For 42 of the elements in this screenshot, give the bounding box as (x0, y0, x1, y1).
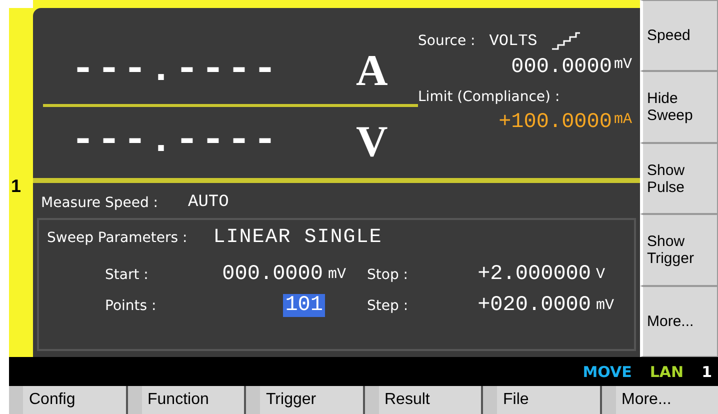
source-unit: mV (614, 56, 632, 73)
reading-value: ---.---- (71, 48, 280, 92)
move-indicator: MOVE (582, 362, 632, 380)
channel-number: 1 (11, 176, 22, 197)
source-label: Source : (418, 33, 476, 49)
staircase-icon (551, 32, 582, 50)
field-value[interactable]: 000.0000 (220, 263, 325, 286)
reading-unit: A (356, 44, 388, 96)
field-value[interactable]: +2.000000 (476, 263, 593, 286)
field-label: Points : (105, 298, 158, 314)
function-key[interactable]: More... (602, 386, 718, 414)
limit-label: Limit (Compliance) : (418, 89, 561, 105)
softkey[interactable]: Show Trigger (640, 214, 718, 286)
sweep-mode: LINEAR SINGLE (213, 226, 382, 249)
softkey[interactable]: Speed (640, 0, 718, 72)
channel-indicator: 1 (702, 362, 712, 380)
source-mode: VOLTS (489, 32, 538, 50)
field-unit: mV (595, 297, 616, 314)
function-key[interactable]: Result (364, 386, 481, 414)
softkey[interactable]: More... (640, 286, 718, 358)
reading-value: ---.---- (71, 118, 280, 164)
field-unit: V (595, 266, 606, 283)
field-value[interactable]: +020.0000 (476, 294, 593, 317)
softkey[interactable]: Hide Sweep (640, 71, 718, 143)
function-key[interactable]: Config (9, 386, 126, 414)
field-value[interactable]: 101 (283, 294, 325, 317)
function-key[interactable]: File (483, 386, 600, 414)
field-label: Step : (367, 298, 410, 314)
limit-value: +100.0000 (498, 111, 612, 134)
lan-indicator: LAN (650, 362, 684, 380)
field-label: Start : (105, 266, 150, 282)
measure-speed-label: Measure Speed : (41, 194, 158, 210)
function-key[interactable]: Trigger (246, 386, 362, 414)
limit-unit: mA (614, 111, 632, 128)
source-value: 000.0000 (511, 56, 612, 79)
softkey[interactable]: Show Pulse (640, 142, 718, 214)
field-unit: mV (327, 266, 348, 283)
field-label: Stop : (367, 266, 409, 282)
sweep-parameters-label: Sweep Parameters : (47, 230, 188, 246)
measure-speed-value: AUTO (188, 193, 229, 212)
function-key[interactable]: Function (128, 386, 244, 414)
reading-unit: V (356, 116, 388, 166)
